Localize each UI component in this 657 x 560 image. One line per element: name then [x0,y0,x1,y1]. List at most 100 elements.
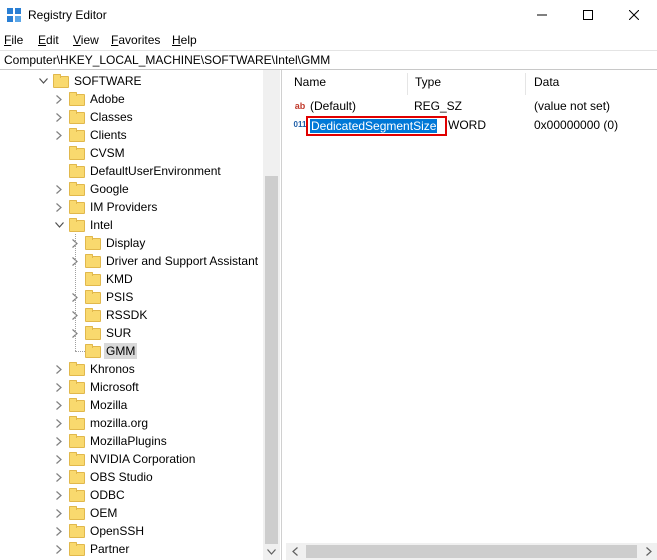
chevron-right-icon[interactable] [54,202,64,212]
close-button[interactable] [611,0,657,30]
tree-item-rssdk[interactable]: RSSDK [0,306,281,324]
tree-scrollbar-thumb[interactable] [265,176,278,544]
tree-item-label: Google [90,182,129,196]
value-data: 0x00000000 (0) [534,118,619,132]
tree-item-mozilla[interactable]: Mozilla [0,396,281,414]
tree-item-google[interactable]: Google [0,180,281,198]
chevron-right-icon[interactable] [54,184,64,194]
address-bar[interactable]: Computer\HKEY_LOCAL_MACHINE\SOFTWARE\Int… [0,50,657,70]
folder-icon [69,218,85,232]
value-row-default[interactable]: ab (Default) REG_SZ (value not set) [286,97,657,117]
tree-item-nvidia-corporation[interactable]: NVIDIA Corporation [0,450,281,468]
minimize-button[interactable] [519,0,565,30]
tree-item-mozillaplugins[interactable]: MozillaPlugins [0,432,281,450]
column-header-type[interactable]: Type [407,75,526,95]
chevron-right-icon[interactable] [54,526,64,536]
chevron-right-icon[interactable] [54,112,64,122]
tree-item-adobe[interactable]: Adobe [0,90,281,108]
tree-item-psis[interactable]: PSIS [0,288,281,306]
tree-item-label: RSSDK [106,308,148,322]
tree-item-classes[interactable]: Classes [0,108,281,126]
chevron-right-icon[interactable] [54,130,64,140]
value-name: (Default) [310,99,357,113]
chevron-right-icon[interactable] [54,418,64,428]
rename-field[interactable]: DedicatedSegmentSize [306,116,447,136]
folder-icon [69,398,85,412]
menu-help[interactable]: Help [172,33,197,47]
tree-item-mozilla-org[interactable]: mozilla.org [0,414,281,432]
list-scrollbar-thumb[interactable] [306,545,637,558]
chevron-right-icon[interactable] [54,508,64,518]
column-header-name[interactable]: Name [286,75,408,95]
tree-item-label: Khronos [90,362,135,376]
menu-favorites[interactable]: Favorites [111,33,160,47]
tree-item-label: GMM [104,343,138,359]
tree-item-label: DefaultUserEnvironment [90,164,221,178]
tree-item-label: Display [106,236,146,250]
menu-view[interactable]: View [73,33,99,47]
chevron-left-icon [291,547,298,556]
address-path[interactable]: Computer\HKEY_LOCAL_MACHINE\SOFTWARE\Int… [4,53,330,67]
folder-icon [69,128,85,142]
tree-item-label: KMD [106,272,133,286]
chevron-right-icon[interactable] [54,490,64,500]
folder-icon [69,506,85,520]
menu-file[interactable]: File [4,33,23,47]
tree-item-label: Clients [90,128,127,142]
folder-icon [69,434,85,448]
chevron-right-icon[interactable] [54,364,64,374]
folder-icon [69,200,85,214]
tree-item-kmd[interactable]: KMD [0,270,281,288]
list-scroll-left-button[interactable] [286,543,303,560]
tree-item-label: OpenSSH [90,524,145,538]
tree-item-openssh[interactable]: OpenSSH [0,522,281,540]
tree-item-clients[interactable]: Clients [0,126,281,144]
tree-guide-line [75,234,76,351]
chevron-down-icon[interactable] [38,76,48,86]
folder-icon [69,182,85,196]
folder-icon [69,524,85,538]
chevron-right-icon[interactable] [54,94,64,104]
chevron-right-icon[interactable] [54,400,64,410]
tree-item-im-providers[interactable]: IM Providers [0,198,281,216]
tree-item-software[interactable]: SOFTWARE [0,72,281,90]
chevron-right-icon[interactable] [54,472,64,482]
tree-item-sur[interactable]: SUR [0,324,281,342]
column-header-data[interactable]: Data [526,75,657,95]
menu-edit[interactable]: Edit [38,33,59,47]
tree-item-label: Driver and Support Assistant [106,254,259,268]
folder-icon [85,254,101,268]
tree-item-label: SUR [106,326,132,340]
folder-icon [69,416,85,430]
tree-item-gmm[interactable]: GMM [0,342,281,360]
values-list: Name Type Data ab (Default) REG_SZ (valu… [286,70,657,560]
chevron-right-icon[interactable] [54,454,64,464]
chevron-down-icon[interactable] [54,220,64,230]
tree-item-intel[interactable]: Intel [0,216,281,234]
tree-item-oem[interactable]: OEM [0,504,281,522]
chevron-right-icon[interactable] [54,382,64,392]
tree-item-partner[interactable]: Partner [0,540,281,558]
chevron-right-icon[interactable] [54,544,64,554]
folder-icon [69,470,85,484]
tree-item-label: Classes [90,110,133,124]
chevron-right-icon[interactable] [54,436,64,446]
tree-item-label: Mozilla [90,398,128,412]
tree-item-odbc[interactable]: ODBC [0,486,281,504]
maximize-button[interactable] [565,0,611,30]
tree-scroll-down-button[interactable] [263,543,280,560]
registry-editor-icon [7,8,21,22]
tree-item-obs-studio[interactable]: OBS Studio [0,468,281,486]
rename-selected-text[interactable]: DedicatedSegmentSize [310,119,438,133]
tree-item-microsoft[interactable]: Microsoft [0,378,281,396]
value-row-dedicatedsegmentsize[interactable]: 011 DedicatedSegmentSize WORD 0x00000000… [286,116,657,136]
tree-item-cvsm[interactable]: CVSM [0,144,281,162]
value-type: WORD [448,118,486,132]
folder-icon [85,290,101,304]
list-scroll-right-button[interactable] [640,543,657,560]
tree-item-display[interactable]: Display [0,234,281,252]
tree-item-driver-and-support-assistant[interactable]: Driver and Support Assistant [0,252,281,270]
tree-item-defaultuserenvironment[interactable]: DefaultUserEnvironment [0,162,281,180]
tree-item-khronos[interactable]: Khronos [0,360,281,378]
folder-icon [85,344,101,358]
